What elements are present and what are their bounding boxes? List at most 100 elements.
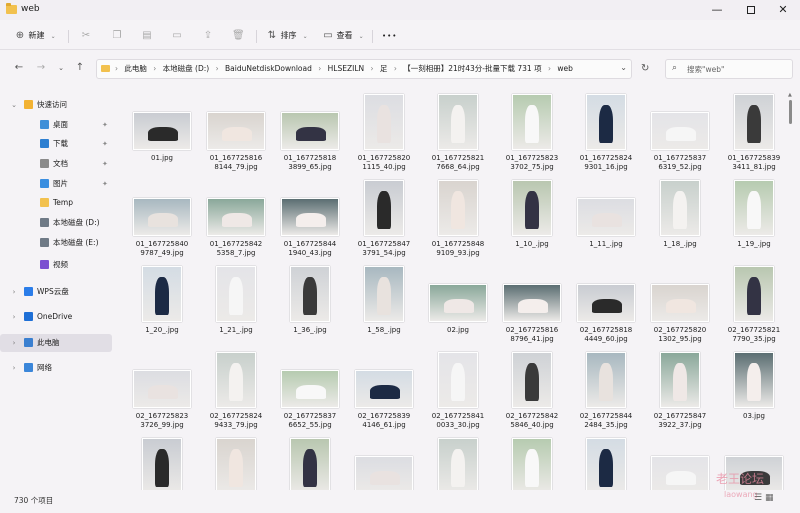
sidebar-item[interactable]: 文档 ✦ xyxy=(0,155,112,173)
file-item[interactable]: 01_167725821 7668_64.jpg xyxy=(422,92,494,178)
sidebar-item[interactable]: 下载 ✦ xyxy=(0,135,112,153)
address-bar[interactable]: › 此电脑 › 本地磁盘 (D:) › BaiduNetdiskDownload… xyxy=(96,59,632,79)
file-item[interactable]: 02_167725823 3726_99.jpg xyxy=(126,350,198,436)
file-item[interactable]: 01_167725816 8144_79.jpg xyxy=(200,92,272,178)
scrollbar-thumb[interactable] xyxy=(789,100,792,124)
sidebar-item[interactable]: › OneDrive xyxy=(0,308,112,326)
file-item[interactable]: 01_167725848 9109_93.jpg xyxy=(422,178,494,264)
details-view-icon[interactable]: ☰ xyxy=(754,493,762,503)
chevron-right-icon[interactable]: › xyxy=(10,359,18,377)
file-item[interactable] xyxy=(274,436,346,490)
file-item[interactable]: 01_167725818 3899_65.jpg xyxy=(274,92,346,178)
file-item[interactable]: 02_167725816 8796_41.jpg xyxy=(496,264,568,350)
pin-icon[interactable]: ✦ xyxy=(102,135,108,153)
sidebar-item[interactable]: 图片 ✦ xyxy=(0,175,112,193)
maximize-button[interactable] xyxy=(734,0,768,20)
file-item[interactable] xyxy=(570,436,642,490)
file-item[interactable]: 02_167725842 5846_40.jpg xyxy=(496,350,568,436)
sidebar-item[interactable]: 本地磁盘 (D:) xyxy=(0,214,112,232)
file-item[interactable]: 1_21_.jpg xyxy=(200,264,272,350)
file-item[interactable]: 1_10_.jpg xyxy=(496,178,568,264)
file-item[interactable]: 02_167725837 6652_55.jpg xyxy=(274,350,346,436)
copy-button[interactable]: ❐ xyxy=(111,28,123,44)
sort-button[interactable]: ⇅ 排序 ⌄ xyxy=(266,28,311,44)
delete-button[interactable]: 🗑 xyxy=(232,28,245,44)
file-item[interactable] xyxy=(644,436,716,490)
file-item[interactable]: 01_167725837 6319_52.jpg xyxy=(644,92,716,178)
file-item[interactable] xyxy=(422,436,494,490)
file-item[interactable] xyxy=(200,436,272,490)
file-item[interactable]: 01_167725820 1115_40.jpg xyxy=(348,92,420,178)
file-item[interactable]: 1_11_.jpg xyxy=(570,178,642,264)
file-item[interactable]: 02_167725824 9433_79.jpg xyxy=(200,350,272,436)
file-item[interactable]: 02_167725818 4449_60.jpg xyxy=(570,264,642,350)
tiles-view-icon[interactable]: ▦ xyxy=(765,493,774,503)
share-button[interactable]: ⇪ xyxy=(202,28,214,44)
file-item[interactable]: 01_167725847 3791_54.jpg xyxy=(348,178,420,264)
file-item[interactable]: 01_167725839 3411_81.jpg xyxy=(718,92,788,178)
chevron-down-icon[interactable]: ⌄ xyxy=(10,96,18,114)
breadcrumb-item[interactable]: web xyxy=(557,64,573,73)
search-input[interactable]: 搜索"web" xyxy=(687,64,724,75)
sidebar-item[interactable]: Temp xyxy=(0,194,112,212)
file-item[interactable]: 1_58_.jpg xyxy=(348,264,420,350)
pin-icon[interactable]: ✦ xyxy=(102,116,108,134)
file-item[interactable]: 01_167725844 1940_43.jpg xyxy=(274,178,346,264)
sidebar-item[interactable]: ⌄ 快速访问 xyxy=(0,96,112,114)
recent-chevron-icon[interactable]: ⌄ xyxy=(54,64,68,72)
breadcrumb-item[interactable]: 本地磁盘 (D:) xyxy=(163,64,210,73)
file-item[interactable]: 01_167725840 9787_49.jpg xyxy=(126,178,198,264)
sidebar-item[interactable]: 桌面 ✦ xyxy=(0,116,112,134)
search-box[interactable]: ⌕ 搜索"web" xyxy=(665,59,793,79)
breadcrumb-item[interactable]: BaiduNetdiskDownload xyxy=(225,64,312,73)
sidebar-item[interactable]: › 网络 xyxy=(0,359,112,377)
chevron-right-icon[interactable]: › xyxy=(10,308,18,326)
file-item[interactable]: 02.jpg xyxy=(422,264,494,350)
file-item[interactable]: 02_167725839 4146_61.jpg xyxy=(348,350,420,436)
cut-button[interactable]: ✂ xyxy=(80,28,92,44)
breadcrumb-item[interactable]: 足 xyxy=(380,64,388,73)
rename-button[interactable]: ▭ xyxy=(171,28,183,44)
file-item[interactable] xyxy=(348,436,420,490)
breadcrumb-item[interactable]: HLSEZILN xyxy=(328,64,364,73)
file-item[interactable]: 01_167725824 9301_16.jpg xyxy=(570,92,642,178)
sidebar-item[interactable]: › WPS云盘 xyxy=(0,283,112,301)
paste-button[interactable]: ▤ xyxy=(141,28,153,44)
file-item[interactable]: 01.jpg xyxy=(126,92,198,178)
chevron-right-icon[interactable]: › xyxy=(10,334,18,352)
close-button[interactable]: ✕ xyxy=(766,0,800,20)
file-item[interactable] xyxy=(126,436,198,490)
view-toggle[interactable]: ☰ ▦ xyxy=(754,493,773,503)
minimize-button[interactable]: — xyxy=(700,0,734,20)
file-item[interactable] xyxy=(496,436,568,490)
file-item[interactable]: 1_20_.jpg xyxy=(126,264,198,350)
pin-icon[interactable]: ✦ xyxy=(102,175,108,193)
file-item[interactable]: 1_36_.jpg xyxy=(274,264,346,350)
chevron-down-icon[interactable]: ⌄ xyxy=(620,63,627,72)
breadcrumb-item[interactable]: 此电脑 xyxy=(124,64,147,73)
up-arrow-icon[interactable]: ↑ xyxy=(73,62,87,73)
file-item[interactable]: 1_19_.jpg xyxy=(718,178,788,264)
file-item[interactable]: 01_167725842 5358_7.jpg xyxy=(200,178,272,264)
file-item[interactable]: 02_167725847 3922_37.jpg xyxy=(644,350,716,436)
sidebar-item[interactable]: › 此电脑 xyxy=(0,334,112,352)
breadcrumb-item[interactable]: 【一刻相册】21时43分-批量下载 731 项 xyxy=(403,64,541,73)
forward-arrow-icon[interactable]: → xyxy=(34,62,48,73)
scroll-up-icon[interactable]: ▲ xyxy=(788,92,792,98)
file-item[interactable]: 02_167725844 2484_35.jpg xyxy=(570,350,642,436)
file-item[interactable]: 01_167725823 3702_75.jpg xyxy=(496,92,568,178)
sidebar-item[interactable]: 视频 xyxy=(0,256,112,274)
back-arrow-icon[interactable]: ← xyxy=(12,62,26,73)
view-button[interactable]: ▭ 查看 ⌄ xyxy=(322,28,367,44)
file-item[interactable]: 02_167725821 7790_35.jpg xyxy=(718,264,788,350)
file-item[interactable]: 02_167725820 1302_95.jpg xyxy=(644,264,716,350)
refresh-icon[interactable]: ↻ xyxy=(641,63,649,74)
vertical-scrollbar[interactable]: ▲ xyxy=(788,92,794,484)
sidebar-item[interactable]: 本地磁盘 (E:) xyxy=(0,234,112,252)
new-button[interactable]: ⊕ 新建 ⌄ xyxy=(14,28,59,44)
file-item[interactable]: 02_167725841 0033_30.jpg xyxy=(422,350,494,436)
more-button[interactable]: ••• xyxy=(382,28,397,44)
file-item[interactable]: 03.jpg xyxy=(718,350,788,436)
file-item[interactable]: 1_18_.jpg xyxy=(644,178,716,264)
pin-icon[interactable]: ✦ xyxy=(102,155,108,173)
